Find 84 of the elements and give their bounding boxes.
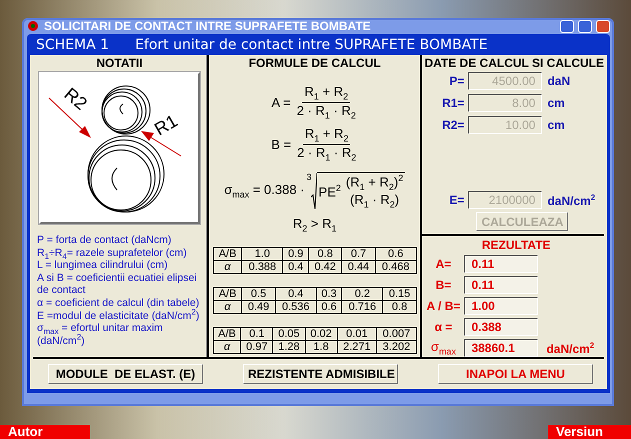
result-field: 0.11 [464, 276, 538, 294]
table-cell: 1.28 [272, 340, 306, 354]
menu-button[interactable]: MODULE DE ELAST. (E) [48, 364, 203, 384]
table-cell: 0.02 [305, 328, 338, 341]
window-title: Efort unitar de contact intre SUPRAFETE BOMBATE [135, 36, 488, 52]
field-label: R1= [441, 96, 466, 110]
radical-icon [310, 173, 317, 210]
table-cell: A/B [213, 328, 241, 341]
table-cell: 0.6 [375, 248, 416, 261]
result-label: α = [434, 320, 454, 334]
table-cell: 0.49 [242, 300, 276, 314]
result-field: 38860.1 [464, 339, 538, 357]
maximize-button[interactable] [578, 20, 592, 32]
field-label: P= [448, 74, 466, 88]
table-cell: 0.05 [272, 328, 306, 341]
result-label: A= [434, 257, 452, 271]
table-cell: A/B [213, 288, 242, 301]
table-cell: 0.15 [382, 288, 416, 301]
notation-text: σ$_{max}$ = efortul unitar maxim (daN/cm$^{2}$) [37, 322, 164, 348]
window-title: SOLICITARI DE CONTACT INTRE SUPRAFETE BOMBATE [44, 19, 372, 33]
diagram-label: R1 [151, 110, 181, 140]
table-cell: 0.007 [376, 328, 416, 341]
menu-button[interactable]: INAPOI LA MENU [438, 364, 593, 384]
table-cell: 0.8 [382, 300, 416, 314]
table-cell: 0.6 [316, 300, 342, 314]
result-label: A / B= [425, 299, 462, 313]
table-cell: A/B [213, 248, 242, 261]
table-cell: 0.5 [242, 288, 276, 301]
app-icon [26, 20, 40, 32]
field-label: R2= [441, 118, 466, 132]
author-tag[interactable]: Autor [0, 425, 90, 439]
unit-label: daN/cm$^{2}$ [545, 340, 594, 356]
field-label: E= [448, 193, 466, 207]
fraction-formula: B = R$_{1}$ + R$_{2}$ 2 · R$_{1}$ · R$_{2}$ [271, 126, 358, 162]
result-field: 1.00 [464, 297, 538, 315]
table-cell: 2.271 [337, 340, 377, 354]
stress-formula: σ$_{max}$ = 0.388 · 3 PE$^{2}$ (R$_{1}$ + R$_{2}$)$^{2}$ (R$_{1}$ · R$_{2}$) [224, 172, 406, 210]
table-cell: 0.8 [308, 248, 342, 261]
table-cell: 0.388 [242, 260, 283, 274]
table-cell: 0.3 [316, 288, 342, 301]
result-field: 0.388 [464, 318, 538, 336]
notation-text: L = lungimea cilindrului (cm) [37, 259, 169, 272]
section-heading: REZULTATE [480, 238, 552, 252]
diagram-label: R2 [60, 84, 91, 114]
close-button[interactable] [596, 20, 610, 32]
section-heading: DATE DE CALCUL SI CALCULE [424, 56, 604, 70]
result-label: B= [434, 278, 452, 292]
section-heading: FORMULE DE CALCUL [248, 56, 381, 70]
unit-label: cm [546, 96, 565, 110]
table-cell: 0.468 [375, 260, 416, 274]
notation-text: E =modul de elasticitate (daN/cm$^{2}$) [37, 310, 200, 322]
table-cell: 0.4 [275, 288, 316, 301]
version-tag[interactable]: Versiun [548, 425, 631, 439]
unit-label: daN/cm$^{2}$ [546, 192, 596, 208]
result-field: 0.11 [464, 255, 538, 273]
unit-label: cm [546, 118, 565, 132]
table-cell: 1.8 [305, 340, 338, 354]
table-cell: 0.97 [240, 340, 273, 354]
table-cell: α [213, 300, 242, 314]
table-cell: 0.4 [282, 260, 309, 274]
condition-formula: R$_{2}$ > R$_{1}$ [292, 216, 337, 234]
table-cell: 0.44 [342, 260, 376, 274]
fraction-formula: A = R$_{1}$ + R$_{2}$ 2 · R$_{1}$ · R$_{2}$ [272, 84, 357, 120]
table-cell: 0.7 [342, 248, 376, 261]
table-cell: α [213, 340, 241, 354]
schema-label: SCHEMA 1 [36, 36, 110, 52]
table-cell: 0.716 [342, 300, 383, 314]
notation-text: R$_{1}$÷R$_{4}$= razele suprafetelor (cm) [37, 246, 188, 260]
table-cell: 0.42 [308, 260, 342, 274]
table-cell: 0.2 [342, 288, 383, 301]
table-cell: α [213, 260, 242, 274]
menu-button[interactable]: REZISTENTE ADMISIBILE [243, 364, 398, 384]
table-cell: 0.01 [337, 328, 377, 341]
table-cell: 0.9 [282, 248, 309, 261]
unit-label: daN [546, 74, 570, 88]
minimize-button[interactable] [560, 20, 574, 32]
table-cell: 0.1 [240, 328, 273, 341]
notation-text: α = coeficient de calcul (din tabele) [37, 296, 200, 309]
result-label: σ$_{max}$ [430, 339, 457, 357]
section-heading: NOTATII [95, 56, 144, 70]
notation-text: P = forta de contact (daNcm) [37, 234, 172, 247]
table-cell: 1.0 [242, 248, 283, 261]
table-cell: 3.202 [376, 340, 416, 354]
table-cell: 0.536 [275, 300, 316, 314]
